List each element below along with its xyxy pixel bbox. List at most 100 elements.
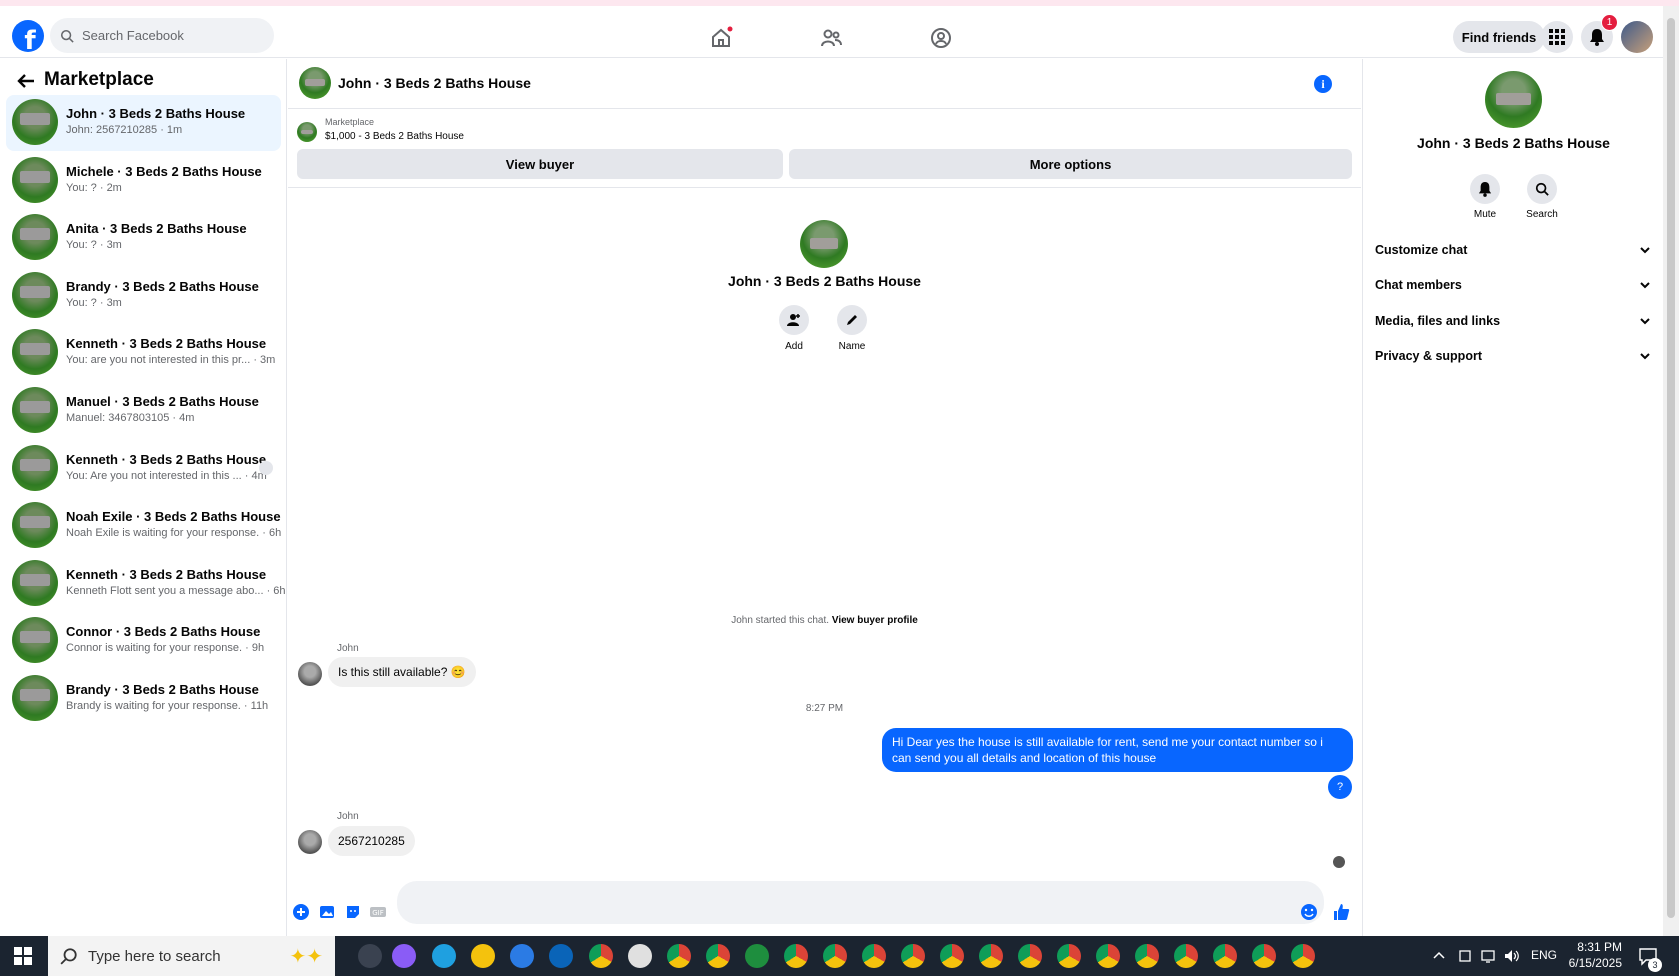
- groups-icon[interactable]: [928, 26, 954, 50]
- conversation-name: Connor · 3 Beds 2 Baths House: [66, 624, 261, 640]
- conversation-item[interactable]: John · 3 Beds 2 Baths House John: 2567210…: [6, 95, 281, 151]
- chrome-icon[interactable]: [667, 944, 691, 968]
- conversation-preview: You: ? · 3m: [66, 239, 122, 252]
- chrome-icon[interactable]: [589, 944, 613, 968]
- chrome-icon[interactable]: [823, 944, 847, 968]
- sheets-icon[interactable]: [745, 944, 769, 968]
- bell-icon: [1590, 29, 1604, 46]
- find-friends-button[interactable]: Find friends: [1453, 21, 1545, 53]
- info-icon[interactable]: i: [1314, 75, 1332, 93]
- home-icon[interactable]: [708, 26, 734, 50]
- chat-sidebar: Marketplace John · 3 Beds 2 Baths House J…: [0, 59, 287, 936]
- section-label: Privacy & support: [1375, 349, 1482, 363]
- chrome-icon[interactable]: [1096, 944, 1120, 968]
- emoji-icon[interactable]: [1300, 903, 1318, 921]
- conversation-item[interactable]: Manuel · 3 Beds 2 Baths House Manuel: 346…: [6, 383, 281, 439]
- name-label: Name: [838, 341, 866, 352]
- listing-title[interactable]: $1,000 - 3 Beds 2 Baths House: [325, 131, 464, 142]
- clock-date: 6/15/2025: [1568, 956, 1622, 970]
- friends-icon[interactable]: [818, 26, 844, 50]
- chrome-icon[interactable]: [1018, 944, 1042, 968]
- sticker-icon[interactable]: [344, 903, 362, 921]
- conversation-item[interactable]: Kenneth · 3 Beds 2 Baths House Kenneth Fl…: [6, 556, 286, 612]
- chrome-icon[interactable]: [940, 944, 964, 968]
- conversation-item[interactable]: Anita · 3 Beds 2 Baths House You: ? · 3m: [6, 210, 281, 266]
- chrome-icon[interactable]: [979, 944, 1003, 968]
- conversation-item[interactable]: Brandy · 3 Beds 2 Baths House You: ? · 3m: [6, 268, 281, 324]
- conversation-item[interactable]: Noah Exile · 3 Beds 2 Baths House Noah Ex…: [6, 498, 281, 554]
- outgoing-message[interactable]: Hi Dear yes the house is still available…: [882, 728, 1353, 772]
- conversation-item[interactable]: Connor · 3 Beds 2 Baths House Connor is w…: [6, 613, 281, 669]
- gif-icon[interactable]: GIF: [369, 903, 387, 921]
- chrome-icon[interactable]: [1135, 944, 1159, 968]
- store-icon[interactable]: [510, 944, 534, 968]
- conversation-avatar: [12, 271, 58, 318]
- paint-icon[interactable]: [628, 944, 652, 968]
- thumbs-up-icon[interactable]: [1332, 903, 1350, 921]
- incoming-message[interactable]: 2567210285: [328, 826, 415, 856]
- conversation-preview: You: ? · 2m: [66, 181, 122, 194]
- network-icon[interactable]: [1481, 948, 1497, 964]
- outgoing-message-question[interactable]: ?: [1328, 775, 1352, 799]
- sender-avatar[interactable]: [298, 662, 322, 686]
- task-view-icon[interactable]: [358, 944, 382, 968]
- view-buyer-profile-link[interactable]: View buyer profile: [832, 615, 918, 626]
- chat-title[interactable]: John · 3 Beds 2 Baths House: [338, 75, 531, 91]
- conversation-item[interactable]: Brandy · 3 Beds 2 Baths House Brandy is w…: [6, 671, 281, 727]
- chrome-icon[interactable]: [862, 944, 886, 968]
- details-section-row[interactable]: Media, files and links: [1375, 307, 1651, 335]
- chrome-icon[interactable]: [706, 944, 730, 968]
- back-arrow-icon[interactable]: [16, 71, 36, 91]
- details-section-row[interactable]: Chat members: [1375, 271, 1651, 299]
- menu-button[interactable]: [1541, 21, 1573, 53]
- conversation-preview: Connor is waiting for your response. · 9…: [66, 642, 265, 655]
- details-section-row[interactable]: Customize chat: [1375, 236, 1651, 264]
- conversation-avatar: [12, 559, 58, 606]
- name-action[interactable]: Name: [822, 305, 882, 352]
- chat-avatar[interactable]: [299, 67, 331, 99]
- sender-avatar[interactable]: [298, 830, 322, 854]
- meet-icon[interactable]: [1458, 948, 1472, 964]
- conversation-name: Anita · 3 Beds 2 Baths House: [66, 221, 247, 237]
- edge-icon[interactable]: [432, 944, 456, 968]
- conversation-avatar: [12, 675, 58, 721]
- account-avatar[interactable]: [1621, 21, 1653, 53]
- photo-icon[interactable]: [318, 903, 336, 921]
- input-language[interactable]: ENG: [1531, 948, 1557, 962]
- chevron-up-icon[interactable]: [1433, 950, 1445, 962]
- clock[interactable]: 8:31 PM 6/15/2025: [1568, 939, 1622, 971]
- facebook-logo[interactable]: f: [12, 20, 44, 52]
- outlook-icon[interactable]: [549, 944, 573, 968]
- details-section-row[interactable]: Privacy & support: [1375, 342, 1651, 370]
- listing-thumbnail[interactable]: [297, 122, 317, 142]
- copilot-icon[interactable]: [392, 944, 416, 968]
- mute-action[interactable]: Mute: [1465, 174, 1505, 220]
- chrome-icon[interactable]: [1213, 944, 1237, 968]
- conversation-item[interactable]: Michele · 3 Beds 2 Baths House You: ? · 2…: [6, 153, 281, 209]
- conversation-item[interactable]: Kenneth · 3 Beds 2 Baths House You: Are y…: [6, 441, 281, 497]
- scrollbar-thumb[interactable]: [1667, 18, 1675, 918]
- view-buyer-button[interactable]: View buyer: [297, 149, 783, 179]
- add-people-action[interactable]: Add: [764, 305, 824, 352]
- volume-icon[interactable]: [1504, 948, 1520, 964]
- conversation-name: Michele · 3 Beds 2 Baths House: [66, 163, 262, 179]
- plus-circle-icon[interactable]: [292, 903, 310, 921]
- conversation-preview: You: are you not interested in this pr..…: [66, 354, 276, 367]
- search-facebook-input[interactable]: Search Facebook: [50, 18, 274, 53]
- incoming-message[interactable]: Is this still available? 😊: [328, 657, 476, 687]
- conversation-item[interactable]: Kenneth · 3 Beds 2 Baths House You: are y…: [6, 325, 281, 381]
- more-options-button[interactable]: More options: [789, 149, 1352, 179]
- pencil-icon: [847, 315, 857, 325]
- search-action[interactable]: Search: [1522, 174, 1562, 220]
- chrome-icon[interactable]: [1057, 944, 1081, 968]
- chrome-icon[interactable]: [901, 944, 925, 968]
- chrome-icon[interactable]: [1291, 944, 1315, 968]
- windows-start-icon[interactable]: [14, 947, 32, 965]
- taskbar-search-box[interactable]: Type here to search ✦✦: [48, 936, 335, 976]
- file-explorer-icon[interactable]: [471, 944, 495, 968]
- chrome-icon[interactable]: [1174, 944, 1198, 968]
- message-input[interactable]: [397, 881, 1324, 924]
- conversation-avatar: [12, 214, 58, 261]
- chrome-icon[interactable]: [784, 944, 808, 968]
- chrome-icon[interactable]: [1252, 944, 1276, 968]
